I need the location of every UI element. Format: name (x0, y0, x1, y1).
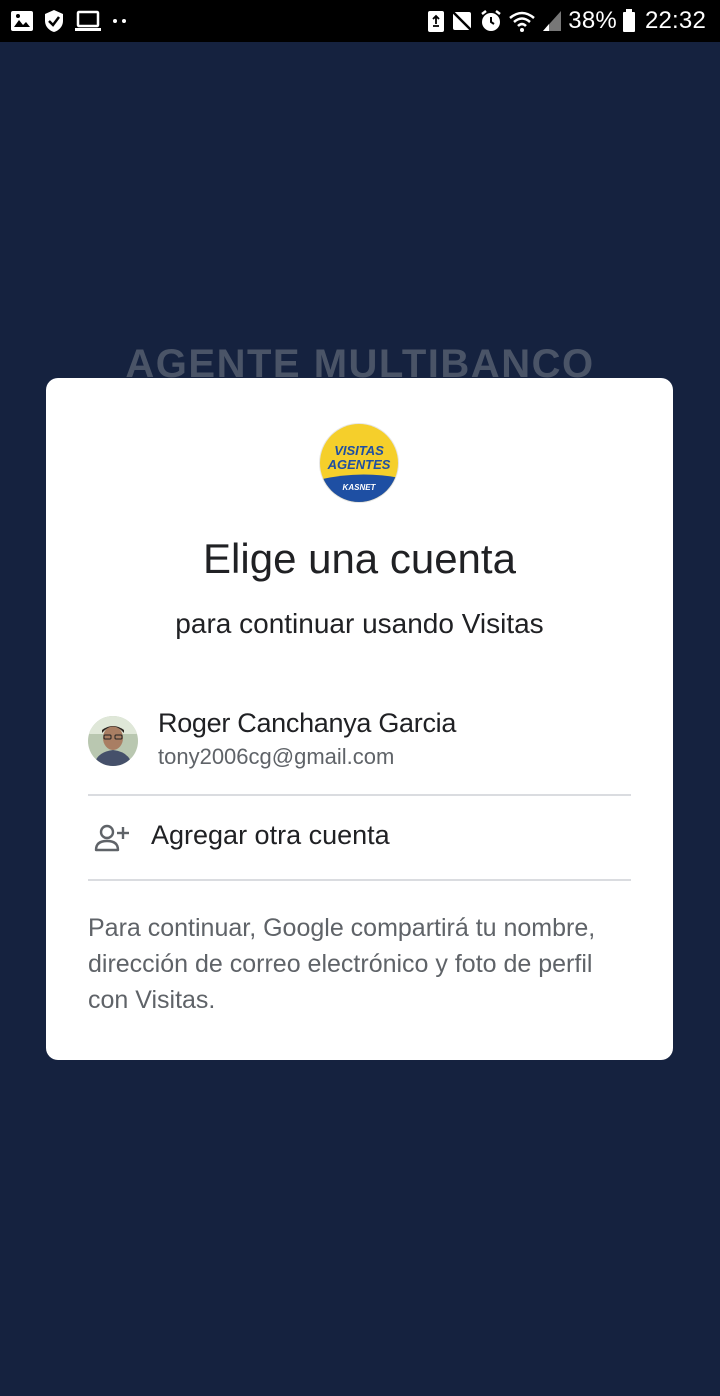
logo-line1: VISITAS (334, 443, 384, 458)
battery-percent: 38% (568, 7, 617, 34)
signal-icon (541, 9, 563, 33)
logo-line2: AGENTES (327, 457, 391, 472)
account-row[interactable]: Roger Canchanya Garcia tony2006cg@gmail.… (46, 688, 673, 794)
logo-brand: KASNET (343, 483, 377, 492)
account-email: tony2006cg@gmail.com (158, 744, 395, 769)
shield-check-icon (43, 9, 65, 33)
add-account-label: Agregar otra cuenta (151, 820, 390, 850)
laptop-icon (74, 10, 102, 32)
recycle-icon (427, 9, 445, 33)
mute-icon (450, 9, 474, 33)
app-logo: VISITAS AGENTES KASNET (318, 422, 400, 504)
dialog-subtitle: para continuar usando Visitas (175, 608, 544, 639)
account-name: Roger Canchanya Garcia (158, 708, 457, 738)
avatar (88, 716, 138, 766)
image-icon (10, 10, 34, 32)
divider (88, 879, 631, 881)
more-dots-icon (111, 16, 129, 26)
dialog-title: Elige una cuenta (203, 535, 516, 582)
account-chooser-dialog: VISITAS AGENTES KASNET Elige una cuenta … (46, 378, 673, 1060)
add-person-icon (94, 822, 130, 854)
status-time: 22:32 (644, 7, 706, 34)
status-bar: 38% 22:32 (0, 0, 720, 42)
wifi-icon (508, 9, 536, 33)
battery-icon (622, 9, 636, 33)
status-bar-left (10, 8, 129, 34)
add-account-button[interactable]: Agregar otra cuenta (46, 796, 673, 880)
disclaimer-text: Para continuar, Google compartirá tu nom… (88, 914, 596, 1014)
alarm-icon (479, 9, 503, 33)
status-bar-right: 38% 22:32 (427, 6, 706, 36)
